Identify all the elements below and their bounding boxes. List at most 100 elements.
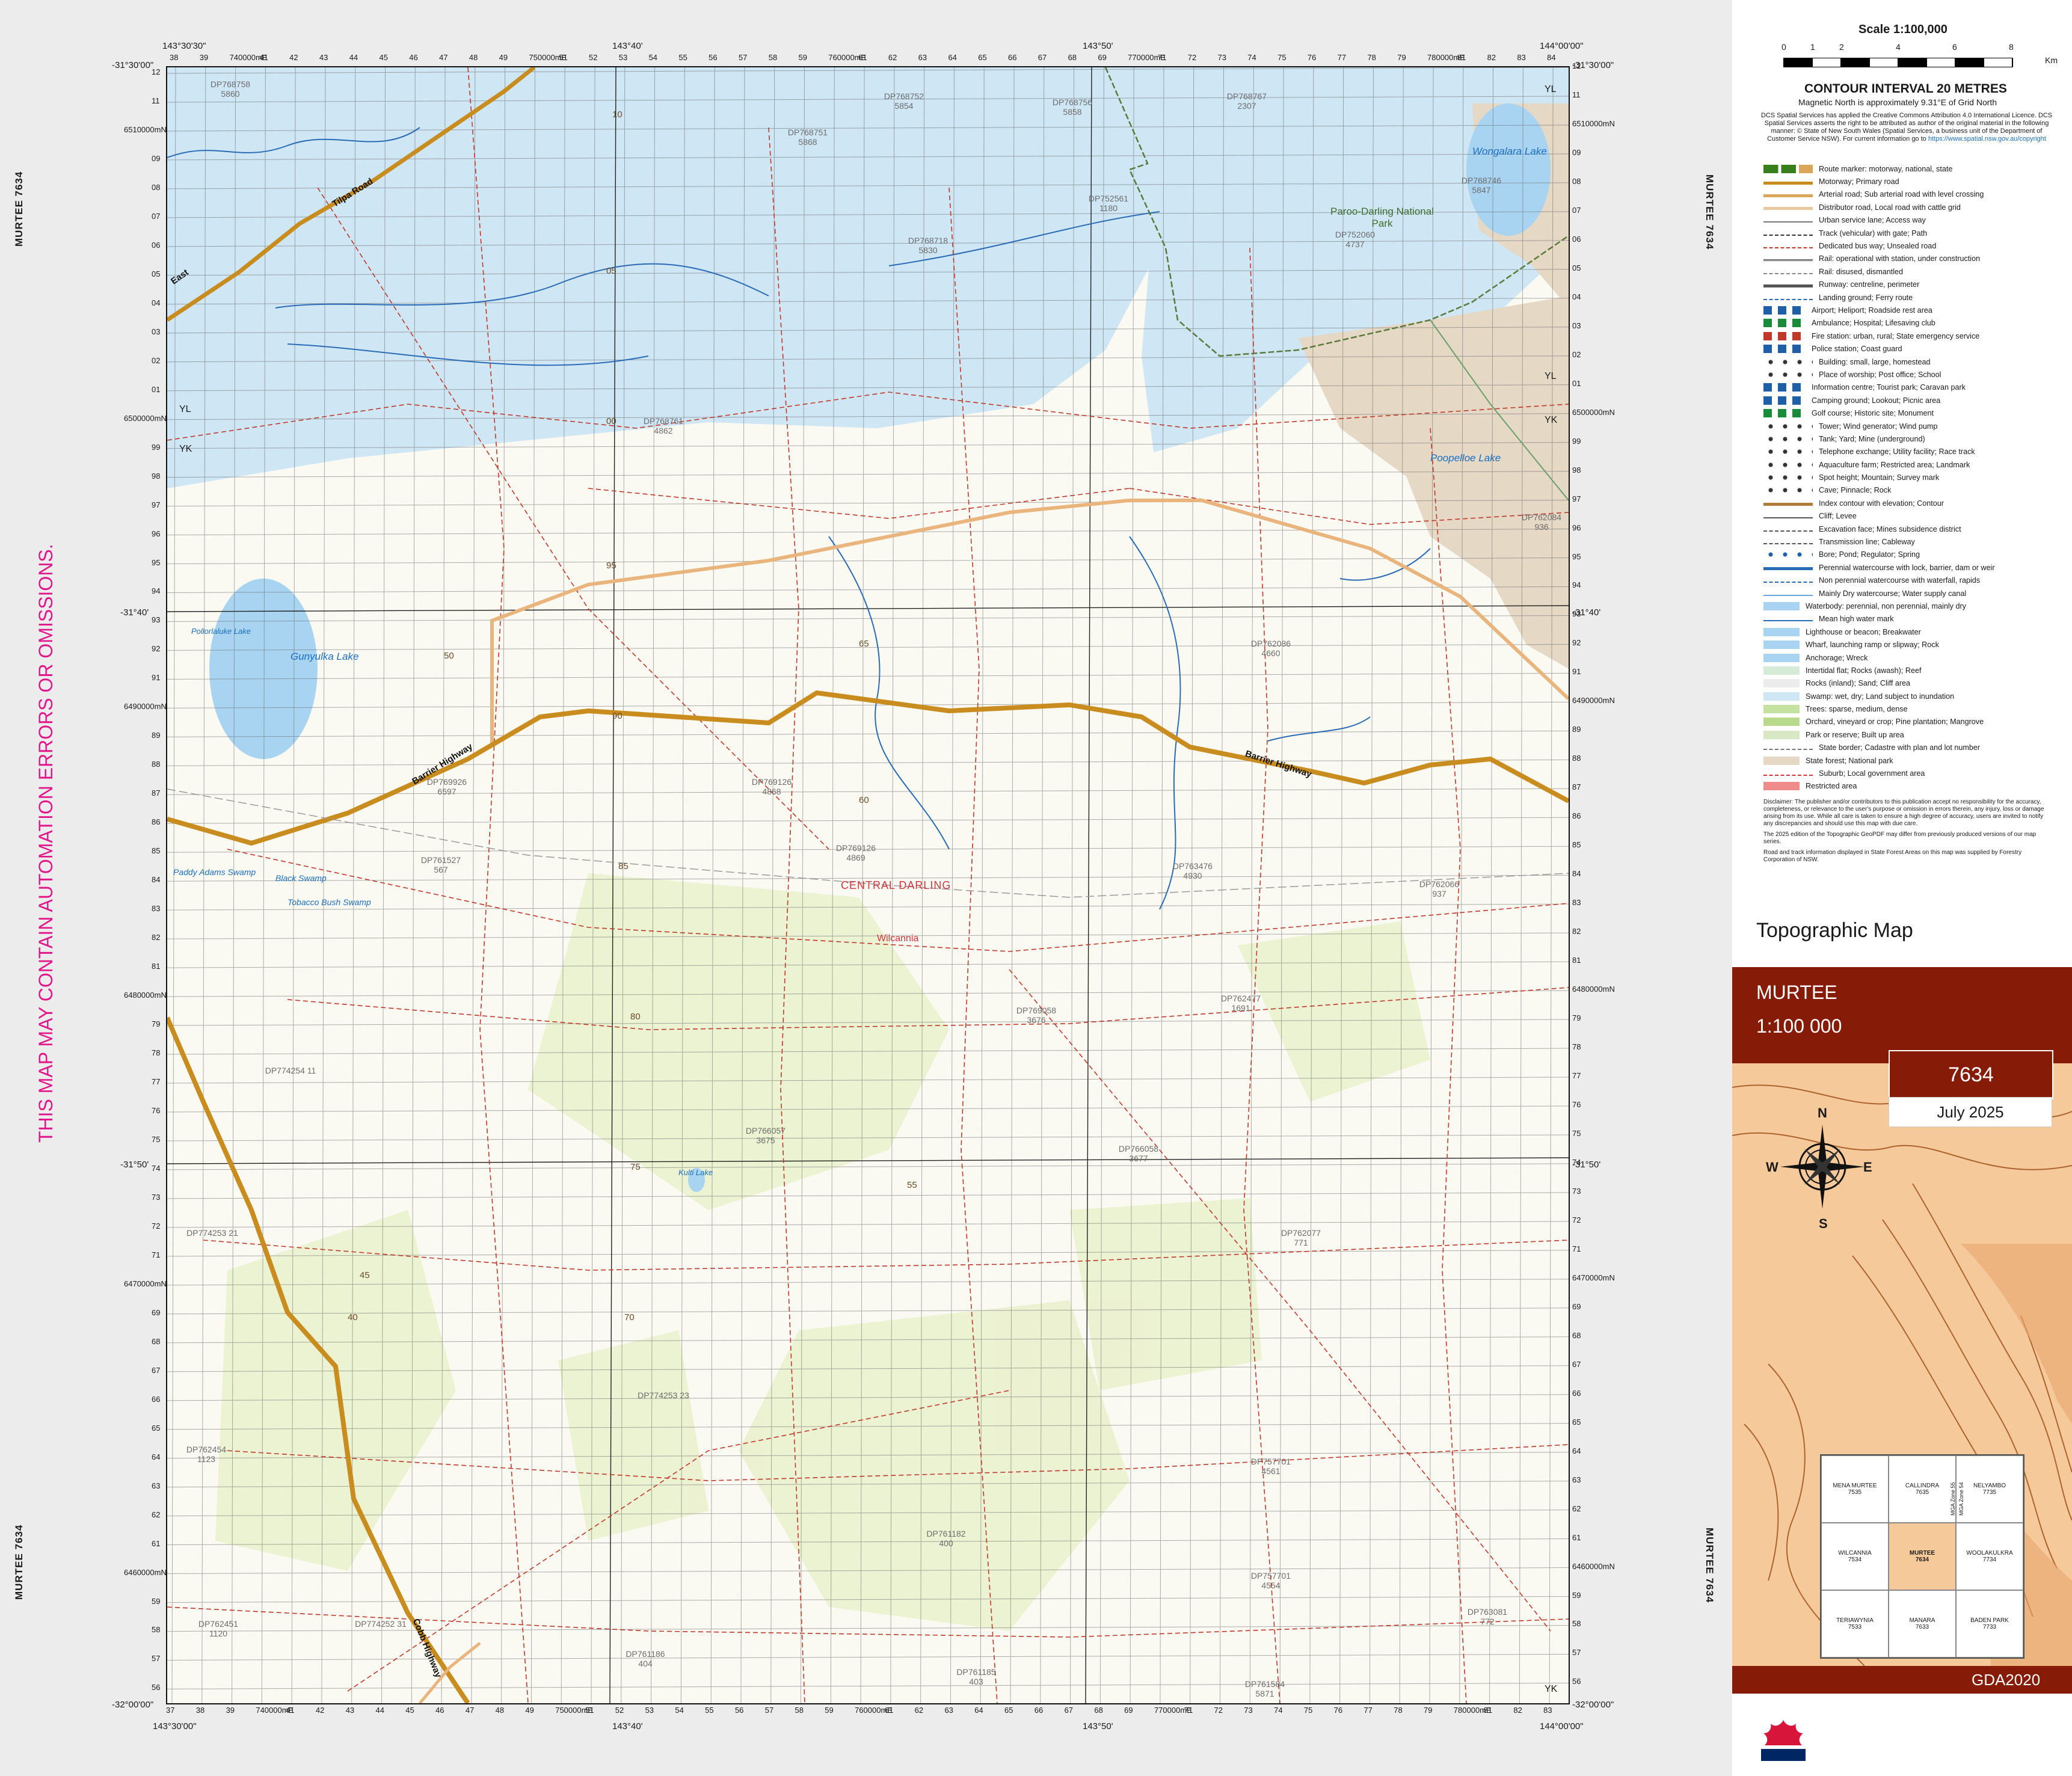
northing-tick-right: 68 <box>1572 1330 1581 1340</box>
grid-line-northing <box>167 817 1569 824</box>
easting-tick-top: 39 <box>199 53 209 62</box>
index-sheet-number: 7633 <box>1915 1624 1929 1630</box>
legend-row: Mainly Dry watercourse; Water supply can… <box>1763 587 2070 600</box>
legend-row: Urban service lane; Access way <box>1763 214 2070 227</box>
cadastral-lot-label: DP774253 23 <box>638 1390 689 1400</box>
easting-tick-top: 46 <box>409 53 418 62</box>
index-sheet-cell[interactable]: BADEN PARK 7733 <box>1956 1590 2023 1658</box>
lake-label-gunyulka: Gunyulka Lake <box>291 651 359 662</box>
grid-line-northing <box>167 500 1569 507</box>
index-sheet-cell[interactable]: TERIAWYNIA 7533 <box>1821 1590 1889 1658</box>
easting-tick-bottom: 54 <box>675 1706 684 1715</box>
grid-line-easting <box>1130 67 1134 1703</box>
legend-symbol-icon <box>1763 679 1800 688</box>
corner-lat-top-left: -31°30'00" <box>112 60 154 70</box>
index-sheet-cell[interactable]: WOOLAKULKRA 7734 <box>1956 1523 2023 1590</box>
index-sheet-cell[interactable]: NELYAMBO 7735 <box>1956 1455 2023 1523</box>
contour-label: 10 <box>612 109 623 120</box>
northing-tick-right: 82 <box>1572 927 1581 936</box>
easting-tick-bottom: 83 <box>1543 1706 1552 1715</box>
legend-label: Telephone exchange; Utility facility; Ra… <box>1819 447 1975 456</box>
contour-label: 50 <box>444 651 454 661</box>
easting-tick-bottom: 73 <box>1244 1706 1253 1715</box>
cadastral-lot-label: DP766058 3677 <box>1118 1144 1159 1163</box>
northing-tick-right: 71 <box>1572 1244 1581 1253</box>
northing-tick-right: 74 <box>1572 1157 1581 1167</box>
map-area[interactable]: Gunyulka Lake Wongalara Lake Poopelloe L… <box>166 66 1570 1704</box>
legend-row: Place of worship; Post office; School <box>1763 368 2070 381</box>
grid-line-northing <box>167 529 1569 536</box>
northing-tick-right: 6460000mN <box>1572 1561 1615 1571</box>
legend-symbol-icon <box>1763 591 1813 596</box>
index-sheet-name: NELYAMBO <box>1973 1483 2006 1489</box>
legend-symbol-icon <box>1763 550 1813 559</box>
legend-symbol-icon <box>1763 218 1813 223</box>
grid-line-northing <box>167 1192 1569 1199</box>
legend-label: Tower; Wind generator; Wind pump <box>1819 422 1938 431</box>
northing-tick-right: 77 <box>1572 1071 1581 1080</box>
sheet-name: MURTEE <box>1756 982 1837 1003</box>
index-sheet-name: BADEN PARK <box>1970 1617 2009 1624</box>
index-sheet-cell[interactable]: CALLINDRA 7635 <box>1889 1455 1956 1523</box>
easting-tick-top: 83 <box>1517 53 1526 62</box>
easting-tick-top: 77 <box>1337 53 1347 62</box>
contour-label: 05 <box>606 266 616 276</box>
easting-tick-top: 66 <box>1008 53 1017 62</box>
northing-tick-left: 63 <box>152 1481 161 1490</box>
legend-label: Non perennial watercourse with waterfall… <box>1819 576 1981 585</box>
legend-row: Tower; Wind generator; Wind pump <box>1763 420 2070 432</box>
easting-tick-top: 44 <box>349 53 358 62</box>
index-sheet-name: CALLINDRA <box>1905 1483 1940 1489</box>
index-sheet-number: 7735 <box>1982 1489 1997 1496</box>
legend-symbol-icon <box>1763 653 1800 662</box>
legend-symbol-icon <box>1763 319 1806 328</box>
grid-line-northing <box>167 471 1569 478</box>
legend-symbol-icon <box>1763 331 1806 340</box>
northing-tick-left: 84 <box>152 875 161 885</box>
lake-label-pollorlaluke: Pollorlaluke Lake <box>191 627 251 636</box>
cadastral-lot-label: DP757701 4554 <box>1250 1571 1291 1590</box>
legend-label: Bore; Pond; Regulator; Spring <box>1819 550 1920 559</box>
compass-s: S <box>1819 1216 1828 1231</box>
cadastral-lot-label: DP762451 1120 <box>198 1619 239 1638</box>
easting-tick-top: 64 <box>948 53 957 62</box>
northing-tick-right: 73 <box>1572 1186 1581 1196</box>
legend-row: Cave; Pinnacle; Rock <box>1763 484 2070 497</box>
index-sheet-cell[interactable]: WILCANNIA 7534 <box>1821 1523 1889 1590</box>
easting-tick-top: 65 <box>978 53 987 62</box>
legend-label: Fire station: urban, rural; State emerge… <box>1812 331 1980 340</box>
legend-label: Cliff; Levee <box>1819 512 1857 521</box>
legend-symbol-icon <box>1763 306 1806 315</box>
licence-link[interactable]: https://www.spatial.nsw.gov.au/copyright <box>1928 135 2046 143</box>
easting-tick-bottom: 53 <box>645 1706 654 1715</box>
northing-tick-left: 73 <box>152 1192 161 1202</box>
grid-line-northing <box>167 558 1569 565</box>
northing-tick-right: 81 <box>1572 956 1581 965</box>
northing-tick-left: 11 <box>152 96 160 105</box>
index-sheet-cell[interactable]: MENA MURTEE 7535 <box>1821 1455 1889 1523</box>
compass-e: E <box>1863 1160 1872 1175</box>
legend-label: Tank; Yard; Mine (underground) <box>1819 434 1925 443</box>
northing-tick-right: 61 <box>1572 1532 1581 1542</box>
legend-symbol-icon <box>1763 527 1813 532</box>
easting-tick-bottom: 45 <box>405 1706 414 1715</box>
northing-tick-left: 6460000mN <box>124 1567 167 1577</box>
cadastral-lot-label: DP774253 21 <box>186 1228 238 1238</box>
disclaimer-1: Disclaimer: The publisher and/or contrib… <box>1763 799 2044 827</box>
northing-tick-left: 78 <box>152 1048 161 1058</box>
northing-tick-left: 6500000mN <box>124 413 167 423</box>
lake-label-poopelloe: Poopelloe Lake <box>1430 452 1501 464</box>
cadastral-lot-label: DP774252 31 <box>355 1619 407 1629</box>
cadastral-lot-label: DP761527 567 <box>420 855 461 874</box>
legend-row: Anchorage; Wreck <box>1763 651 2070 664</box>
compass-n: N <box>1818 1105 1827 1120</box>
zone-label-yk-left: YK <box>179 444 192 454</box>
contour-label: 85 <box>618 861 629 871</box>
cadastral-lot-label: DP761182 400 <box>926 1529 966 1548</box>
index-sheet-cell[interactable]: MANARA 7633 <box>1889 1590 1956 1658</box>
index-sheet-cell[interactable]: MURTEE 7634 <box>1889 1523 1956 1590</box>
nsw-government-logo-icon <box>1761 1720 1806 1761</box>
northing-tick-left: 89 <box>152 731 161 740</box>
legend-row: Route marker: motorway, national, state <box>1763 162 2070 175</box>
northing-tick-right: 06 <box>1572 234 1581 244</box>
